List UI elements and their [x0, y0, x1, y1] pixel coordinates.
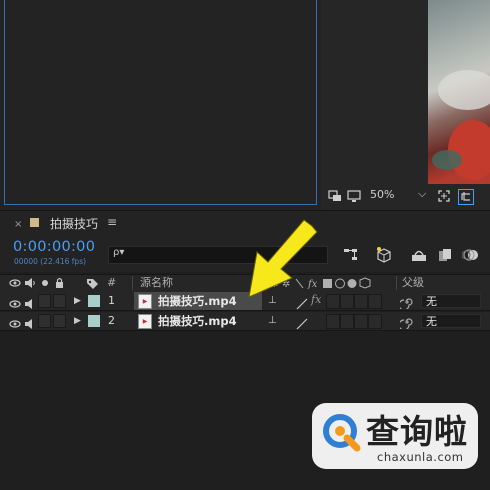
layer-number-header: #: [107, 276, 117, 289]
column-divider: [132, 276, 133, 290]
fit-frame-icon[interactable]: [437, 189, 451, 203]
region-of-interest-icon[interactable]: [458, 189, 474, 205]
svg-text:✲: ✲: [282, 279, 290, 290]
search-icon: ρ▾: [113, 247, 125, 258]
layer-name[interactable]: 拍摄技巧.mp4: [158, 313, 237, 329]
layer-row[interactable]: ▶ 2 ▶ 拍摄技巧.mp4 ⊥ 无: [0, 312, 490, 331]
pick-whip-icon[interactable]: [398, 294, 414, 313]
solo-toggle[interactable]: [38, 294, 51, 308]
watermark-url: chaxunla.com: [377, 450, 464, 464]
layer-name[interactable]: 拍摄技巧.mp4: [158, 293, 237, 309]
expand-triangle-icon[interactable]: ▶: [74, 313, 81, 329]
switch-box[interactable]: [326, 294, 340, 309]
switch-box[interactable]: [340, 314, 354, 329]
shy-switch-icon[interactable]: ⊥: [268, 313, 277, 329]
video-preview-frame: [428, 0, 490, 184]
composition-tab-title[interactable]: 拍摄技巧: [50, 215, 98, 232]
comp-color-swatch: [30, 218, 39, 227]
layer-number: 2: [108, 314, 115, 327]
layer-row[interactable]: ▶ 1 ▶ 拍摄技巧.mp4 ⊥ fx 无: [0, 292, 490, 311]
switch-box[interactable]: [326, 314, 340, 329]
zoom-dropdown-arrow[interactable]: ⌵: [418, 187, 426, 201]
lock-toggle[interactable]: [53, 294, 66, 308]
column-divider: [396, 276, 397, 290]
motion-blur-icon[interactable]: [461, 246, 480, 264]
source-name-header[interactable]: 源名称: [140, 276, 173, 290]
layer-number: 1: [108, 294, 115, 307]
parent-dropdown[interactable]: 无: [421, 294, 481, 308]
video-file-icon: ▶: [138, 294, 152, 309]
svg-text:fx: fx: [307, 279, 318, 290]
monitor-icon[interactable]: [347, 189, 361, 203]
shy-switch-icon[interactable]: ⊥: [268, 293, 277, 309]
label-color-swatch[interactable]: [88, 295, 100, 307]
fx-icon[interactable]: fx: [311, 292, 321, 308]
panel-menu-icon[interactable]: ≡: [107, 215, 117, 229]
solo-toggle[interactable]: [38, 314, 51, 328]
watermark-logo-icon: [321, 412, 361, 452]
composition-flowchart-icon[interactable]: [342, 246, 360, 264]
always-preview-icon[interactable]: [328, 189, 342, 203]
expand-triangle-icon[interactable]: ▶: [74, 293, 81, 309]
switch-box[interactable]: [340, 294, 354, 309]
layer-search-input[interactable]: [108, 246, 328, 264]
current-timecode[interactable]: 0:00:00:00: [13, 239, 95, 255]
switch-box[interactable]: [354, 294, 368, 309]
watermark-title: 查询啦: [366, 412, 468, 451]
parent-header[interactable]: 父级: [402, 276, 424, 290]
svg-text:♣: ♣: [270, 279, 279, 290]
video-file-icon: ▶: [138, 314, 152, 329]
project-panel-frame: [4, 0, 317, 205]
parent-dropdown[interactable]: 无: [421, 314, 481, 328]
lock-toggle[interactable]: [53, 314, 66, 328]
tab-close-icon[interactable]: ×: [14, 219, 22, 230]
frame-count-fps: 00000 (22.416 fps): [14, 257, 87, 266]
hide-shy-layers-icon[interactable]: [410, 246, 428, 264]
switch-box[interactable]: [368, 314, 382, 329]
switch-box[interactable]: [368, 294, 382, 309]
zoom-level[interactable]: 50%: [370, 188, 394, 201]
label-color-swatch[interactable]: [88, 315, 100, 327]
draft-3d-icon[interactable]: [375, 246, 393, 264]
frame-blending-icon[interactable]: [436, 246, 454, 264]
switch-box[interactable]: [354, 314, 368, 329]
